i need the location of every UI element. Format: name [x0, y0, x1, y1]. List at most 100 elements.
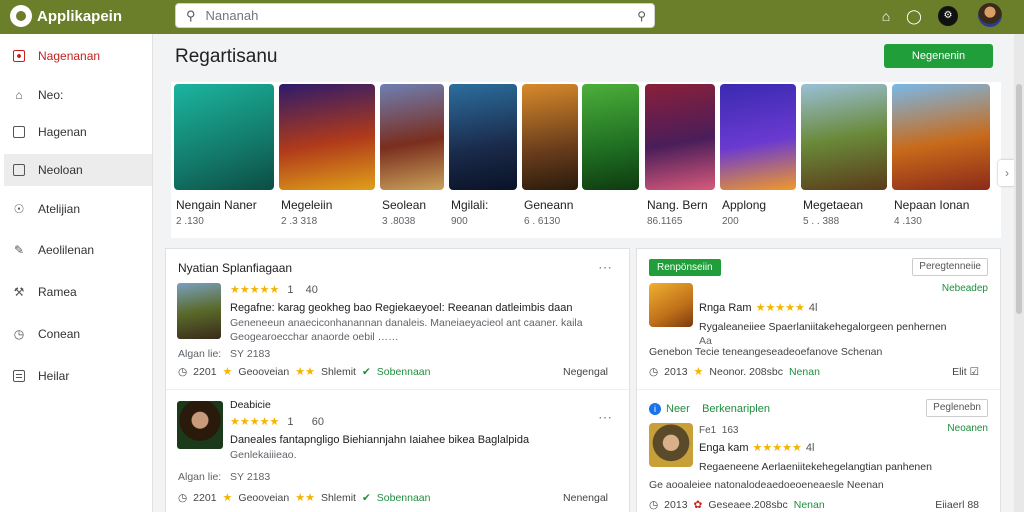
review-date: Algan lie: SY 2183	[178, 348, 271, 360]
game-meta: 6 . 6130	[524, 216, 561, 227]
star-icon: ★★	[295, 366, 315, 378]
item-line: Ge aooaleiee natonalodeaedoeoeneaesle Ne…	[649, 479, 884, 491]
clock-icon: ◷	[649, 499, 659, 511]
item-line: Genebon Tecie teneangeseadeoefanove Sche…	[649, 346, 882, 358]
sidebar-item-home[interactable]: ⌂ Neo:	[4, 79, 152, 111]
sidebar-item-label: Heilar	[38, 369, 70, 383]
footer-label: Shlemit	[320, 365, 356, 378]
star-rating: ★★★★★	[752, 442, 802, 454]
star-icon: ★	[693, 366, 704, 378]
game-card[interactable]: Megeleiin 2 .3 318	[279, 84, 375, 232]
settings-icon[interactable]: ⚙	[938, 6, 958, 26]
footer-link[interactable]: Nenan	[794, 499, 825, 511]
item-line-text: Genebon Tecie teneangeseadeoefanove Sche…	[649, 346, 883, 358]
game-carousel: Nengain Naner 2 .130 Megeleiin 2 .3 318 …	[171, 82, 1001, 238]
footer-link[interactable]: Sobennaan	[377, 366, 431, 378]
secondary-button[interactable]: Peglenebn	[926, 399, 988, 417]
game-card[interactable]: Mgilali: 900	[449, 84, 517, 232]
review-item: ★★★★★ 1 40 Regafne: karag geokheg bao Reg…	[166, 249, 629, 387]
footer-label: Geooveian	[238, 491, 290, 504]
game-title: Megeleiin	[281, 198, 333, 212]
sidebar-item-store[interactable]: Nagenanan	[4, 40, 152, 72]
item-line-text: Ge aooaleiee natonalodeaedoeoeneaesle Ne…	[649, 479, 884, 491]
compass-icon: ☉	[13, 202, 25, 216]
item-description: Rygaleaneiiee Spaerlaniitakehegalorgeen …	[699, 321, 947, 333]
secondary-button[interactable]: Peregtenneiie	[912, 258, 988, 276]
review-thumbnail[interactable]	[177, 283, 221, 339]
search-submit-icon[interactable]: ⚲	[637, 9, 646, 23]
list-icon	[12, 369, 26, 383]
sidebar-item-label: Nagenanan	[38, 49, 101, 63]
footer-action[interactable]: Elit ☑	[952, 366, 979, 378]
game-thumbnail	[720, 84, 796, 190]
sidebar-item-label: Hagenan	[38, 125, 87, 139]
game-card[interactable]: Nepaan Ionan 4 .130	[892, 84, 990, 232]
heart-icon: ✿	[693, 499, 703, 511]
review-date: Algan lie: SY 2183	[178, 471, 271, 483]
game-card[interactable]: Nang. Bern 86.1165	[645, 84, 715, 232]
game-title: Nengain Naner	[176, 198, 257, 212]
sidebar-item-history[interactable]: ◷ Conean	[4, 318, 152, 350]
scrollbar[interactable]	[1014, 34, 1024, 512]
sidebar-item-selected[interactable]: Neoloan	[4, 154, 152, 186]
star-icon: ★	[222, 492, 233, 504]
sidebar-item-label: Conean	[38, 327, 81, 341]
footer-action[interactable]: Eiiaerl 88	[935, 499, 979, 511]
item-title: Rnga Ram	[699, 301, 752, 314]
sidebar-item-help[interactable]: Heilar	[4, 360, 152, 392]
avatar[interactable]	[978, 3, 1002, 27]
game-card[interactable]: Geneann 6 . 6130	[522, 84, 578, 232]
app-name: Applikapein	[37, 7, 123, 25]
game-meta: 200	[722, 216, 739, 227]
wrench-icon: ⚒	[13, 285, 25, 299]
footer-label: Geooveian	[238, 365, 290, 378]
review-subtext: Geneneeun anaeciconhanannan danaleis. Ma…	[230, 317, 583, 329]
game-title: Nepaan Ionan	[894, 198, 970, 212]
app-logo[interactable]: Applikapein	[10, 5, 122, 27]
footer-action-label: Elit	[952, 365, 967, 378]
sidebar-item-library[interactable]: Hagenan	[4, 116, 152, 148]
footer-value: 2201	[193, 491, 217, 504]
rating-count: 4l	[805, 441, 815, 454]
game-thumbnail	[801, 84, 887, 190]
sidebar-item-tools[interactable]: ⚒ Ramea	[4, 276, 152, 308]
game-card[interactable]: Megetaean 5 . . 388	[801, 84, 887, 232]
more-options-icon[interactable]: ⋯	[598, 409, 613, 426]
footer-label: Neonor. 208sbc	[709, 365, 783, 378]
star-rating: ★★★★★	[230, 284, 280, 296]
game-card[interactable]: Nengain Naner 2 .130	[174, 84, 274, 232]
game-thumbnail	[449, 84, 517, 190]
home-icon[interactable]: ⌂	[876, 6, 896, 26]
footer-link[interactable]: Nenan	[789, 366, 820, 378]
footer-label: Shlemit	[320, 491, 356, 504]
app-icon[interactable]	[649, 283, 693, 327]
footer-action[interactable]: Negengal	[563, 366, 608, 378]
bookmark-icon	[12, 125, 26, 139]
clock-icon: ◷	[649, 365, 659, 378]
footer-action[interactable]: Nenengal	[563, 492, 608, 504]
game-card[interactable]	[582, 84, 639, 232]
footer-value: 2013	[664, 365, 688, 378]
scrollbar-thumb[interactable]	[1016, 84, 1022, 314]
app-icon[interactable]	[649, 423, 693, 467]
status-label: Neoanen	[947, 423, 988, 434]
search-input[interactable]	[205, 8, 638, 23]
game-title: Megetaean	[803, 198, 864, 212]
footer-link[interactable]: Sobennaan	[377, 492, 431, 504]
game-thumbnail	[174, 84, 274, 190]
search-bar[interactable]: ⚲ ⚲	[175, 3, 655, 28]
sidebar-item-explore[interactable]: ☉ Atelijian	[4, 193, 152, 225]
notifications-icon[interactable]: ◯	[904, 6, 924, 26]
review-footer: ◷ 2201 ★ Geooveian ★★ Shlemit ✔ Sobennaa…	[178, 365, 618, 379]
game-card[interactable]: Seolean 3 .8038	[380, 84, 444, 232]
game-thumbnail	[380, 84, 444, 190]
check-icon: ✔	[361, 365, 371, 378]
star-rating: ★★★★★	[755, 302, 805, 314]
game-card[interactable]: Applong 200	[720, 84, 796, 232]
primary-action-button[interactable]: Negenenin	[884, 44, 993, 68]
sidebar-item-edit[interactable]: ✎ Aeolilenan	[4, 234, 152, 266]
logo-icon	[10, 5, 32, 27]
store-icon	[12, 49, 26, 63]
review-avatar[interactable]	[177, 401, 223, 449]
sidebar-item-label: Ramea	[38, 285, 77, 299]
